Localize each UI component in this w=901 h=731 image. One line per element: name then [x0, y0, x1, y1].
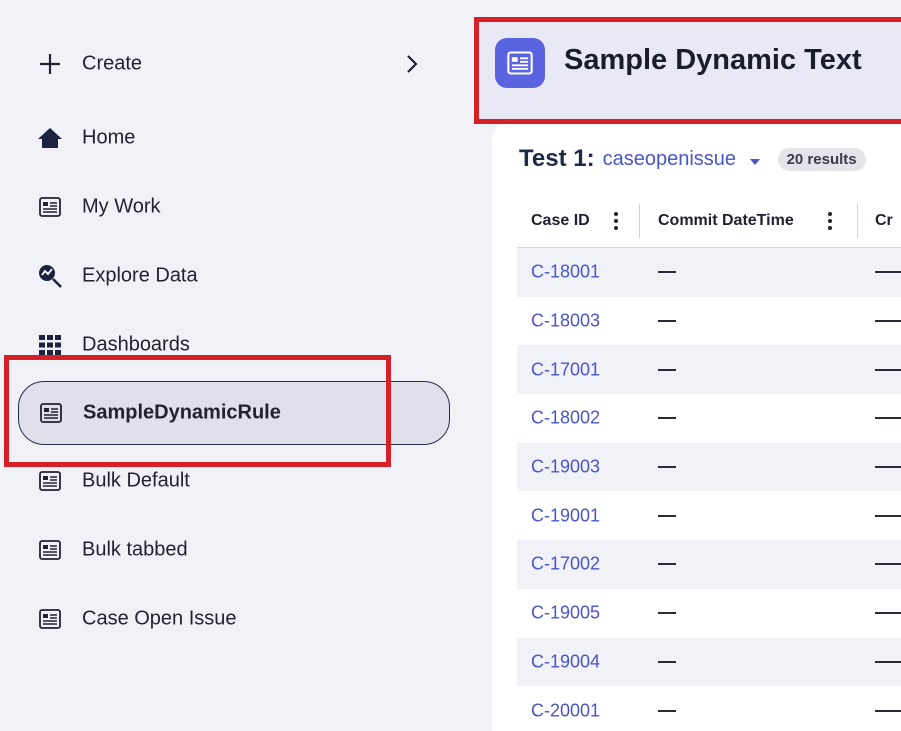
case-id-link[interactable]: C-18003	[531, 311, 600, 332]
empty-value-dash	[658, 417, 676, 420]
page-header: Sample Dynamic Text	[476, 22, 901, 122]
explore-icon	[36, 262, 64, 290]
document-icon	[36, 467, 64, 495]
document-icon	[36, 193, 64, 221]
main-panel: Sample Dynamic Text Test 1: caseopenissu…	[468, 0, 901, 731]
case-id-link[interactable]: C-19001	[531, 505, 600, 526]
empty-value-dash	[658, 660, 676, 663]
empty-value-dash	[875, 320, 901, 323]
empty-value-dash	[875, 563, 901, 566]
chevron-right-icon[interactable]	[404, 53, 420, 75]
sidebar-item-bulk-tabbed[interactable]: Bulk tabbed	[18, 525, 450, 575]
sidebar-item-dashboards[interactable]: Dashboards	[18, 320, 450, 370]
source-dropdown-label: caseopenissue	[602, 147, 737, 170]
empty-value-dash	[875, 417, 901, 420]
results-table: Case ID Commit DateTime Cr C-18001 C-180…	[517, 194, 901, 731]
sidebar-item-label: Bulk Default	[82, 469, 190, 492]
case-id-link[interactable]: C-19004	[531, 651, 600, 672]
empty-value-dash	[875, 612, 901, 615]
sidebar-item-label: Dashboards	[82, 333, 190, 356]
plus-icon	[36, 50, 64, 78]
column-divider[interactable]	[639, 204, 640, 238]
sidebar-item-label: Bulk tabbed	[82, 538, 188, 561]
home-icon	[36, 124, 64, 152]
column-menu-icon[interactable]	[613, 210, 619, 232]
sidebar-item-label: Explore Data	[82, 264, 198, 287]
empty-value-dash	[658, 612, 676, 615]
sidebar-item-create[interactable]: Create	[18, 39, 450, 89]
table-row[interactable]: C-17002	[517, 540, 901, 589]
empty-value-dash	[875, 709, 901, 712]
table-row[interactable]: C-19003	[517, 442, 901, 492]
case-id-link[interactable]: C-19005	[531, 603, 600, 624]
column-header-case-id[interactable]: Case ID	[531, 194, 590, 248]
sidebar-item-my-work[interactable]: My Work	[18, 182, 450, 232]
table-row[interactable]: C-19005	[517, 589, 901, 638]
sidebar-item-home[interactable]: Home	[18, 113, 450, 163]
column-menu-icon[interactable]	[827, 210, 833, 232]
sidebar-item-label: Case Open Issue	[82, 607, 237, 630]
document-icon	[36, 605, 64, 633]
table-row[interactable]: C-18002	[517, 394, 901, 443]
caret-down-icon	[749, 158, 760, 165]
table-row[interactable]: C-18003	[517, 297, 901, 346]
case-id-link[interactable]: C-18002	[531, 408, 600, 429]
empty-value-dash	[658, 563, 676, 566]
sidebar: Create Home My Work Explore Data Dashboa…	[0, 0, 468, 731]
case-id-link[interactable]: C-20001	[531, 700, 600, 721]
empty-value-dash	[875, 368, 901, 371]
table-row[interactable]: C-20001	[517, 686, 901, 731]
grid-icon	[36, 331, 64, 359]
sidebar-item-label: Home	[82, 126, 136, 149]
table-row[interactable]: C-19004	[517, 637, 901, 687]
column-header-commit-datetime[interactable]: Commit DateTime	[658, 194, 794, 248]
sidebar-item-case-open-issue[interactable]: Case Open Issue	[18, 594, 450, 644]
empty-value-dash	[875, 660, 901, 663]
document-icon	[495, 38, 545, 88]
empty-value-dash	[658, 514, 676, 517]
empty-value-dash	[658, 466, 676, 469]
case-id-link[interactable]: C-17001	[531, 359, 600, 380]
empty-value-dash	[875, 271, 901, 274]
case-id-link[interactable]: C-18001	[531, 262, 600, 283]
table-row[interactable]: C-18001	[517, 248, 901, 297]
sidebar-item-label: My Work	[82, 195, 161, 218]
column-header-cr[interactable]: Cr	[875, 194, 893, 248]
table-row[interactable]: C-19001	[517, 491, 901, 540]
empty-value-dash	[658, 709, 676, 712]
results-count-badge: 20 results	[777, 147, 866, 171]
document-icon	[37, 399, 65, 427]
results-panel: Test 1: caseopenissue 20 results Case ID…	[492, 122, 901, 731]
results-summary: Test 1: caseopenissue 20 results	[519, 144, 866, 174]
empty-value-dash	[658, 320, 676, 323]
empty-value-dash	[658, 271, 676, 274]
case-id-link[interactable]: C-17002	[531, 554, 600, 575]
empty-value-dash	[875, 514, 901, 517]
sidebar-item-bulk-default[interactable]: Bulk Default	[18, 456, 450, 506]
empty-value-dash	[875, 466, 901, 469]
sidebar-item-label: SampleDynamicRule	[83, 401, 281, 424]
app-window: Create Home My Work Explore Data Dashboa…	[0, 0, 901, 731]
source-dropdown[interactable]: caseopenissue	[603, 148, 760, 171]
case-id-link[interactable]: C-19003	[531, 457, 600, 478]
test-label: Test 1:	[519, 145, 595, 172]
empty-value-dash	[658, 368, 676, 371]
table-row[interactable]: C-17001	[517, 345, 901, 395]
page-title: Sample Dynamic Text	[564, 44, 862, 76]
sidebar-item-sampledynamicrule[interactable]: SampleDynamicRule	[18, 381, 450, 445]
table-header: Case ID Commit DateTime Cr	[517, 194, 901, 248]
document-icon	[36, 536, 64, 564]
sidebar-item-label: Create	[82, 52, 143, 75]
column-divider[interactable]	[857, 204, 858, 238]
sidebar-item-explore-data[interactable]: Explore Data	[18, 251, 450, 301]
